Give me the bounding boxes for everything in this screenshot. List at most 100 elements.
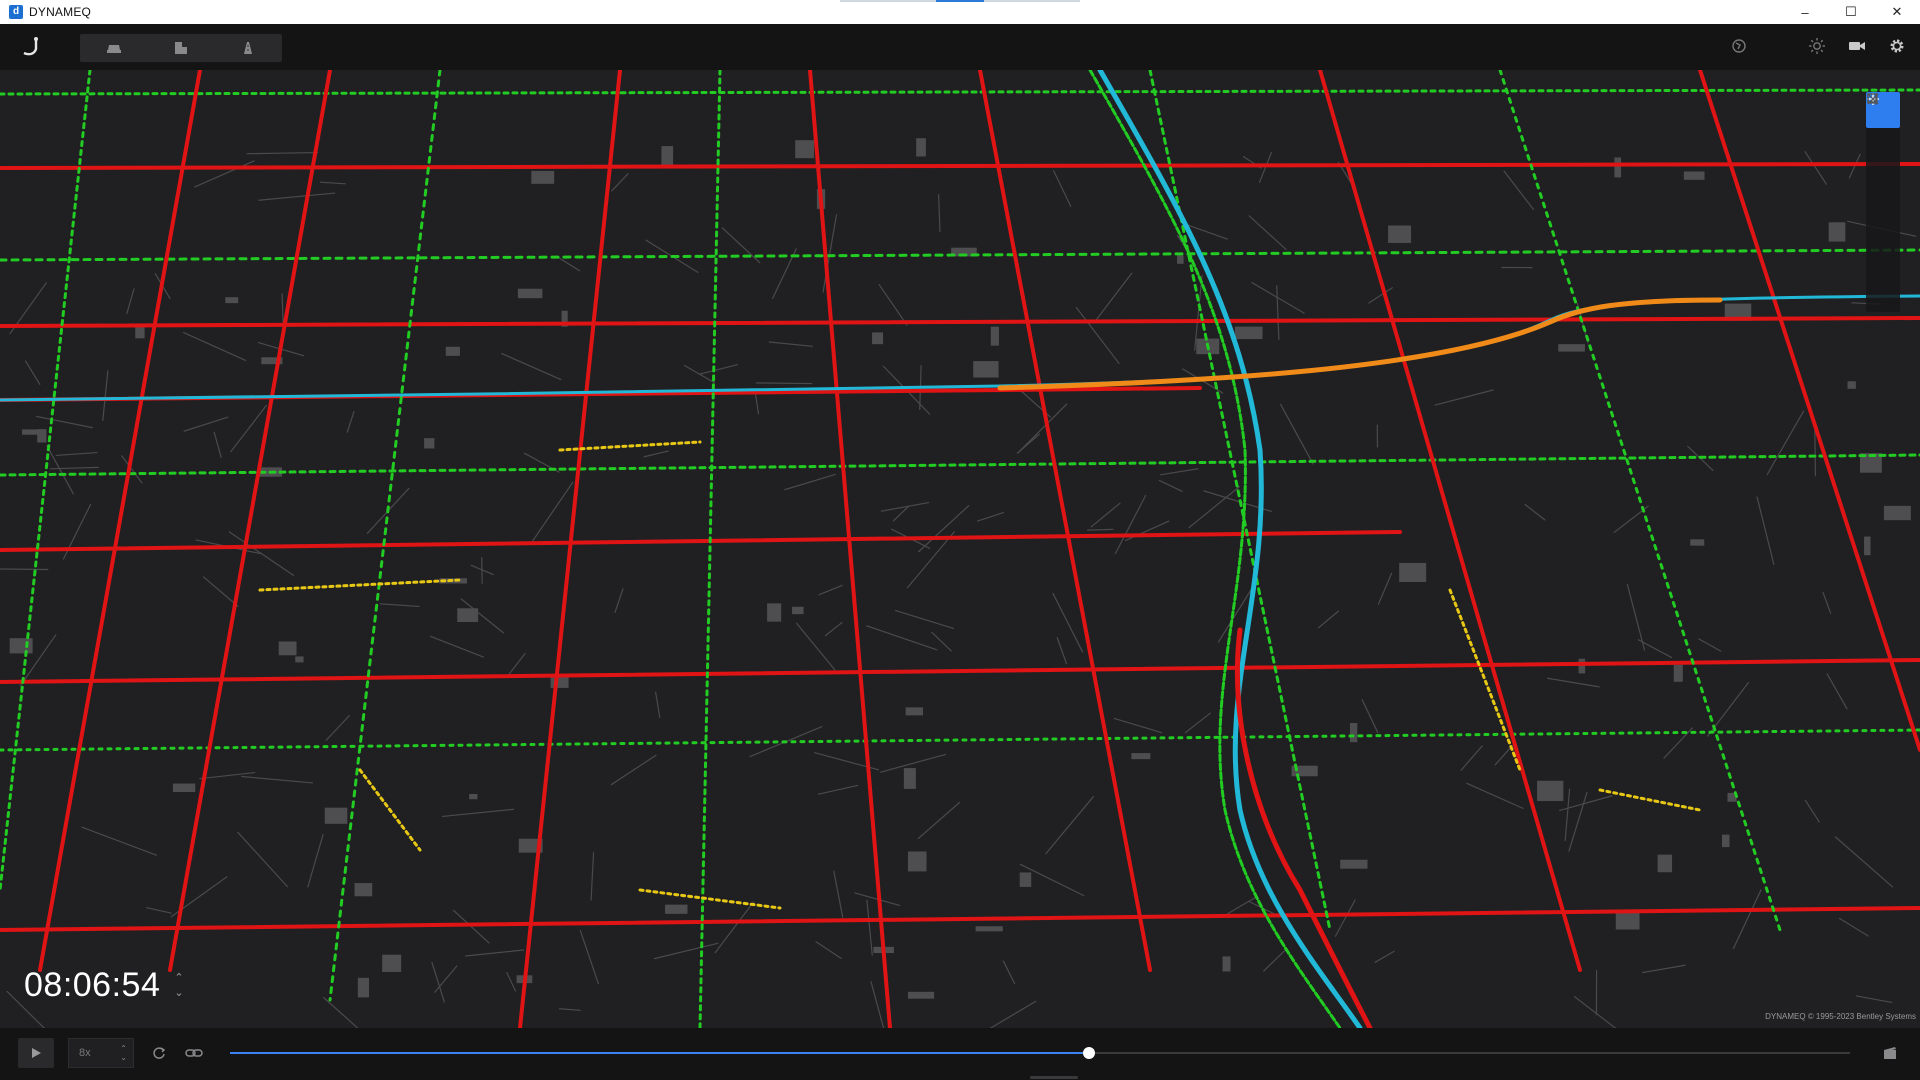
select-box-button[interactable] [1866,93,1900,164]
building-block [1657,854,1673,873]
local-street [683,364,716,384]
building-block [1234,326,1263,340]
timeline-scrubber[interactable] [230,1047,1850,1059]
freeway-southbound [1088,70,1342,1028]
local-street [754,393,760,415]
local-street [1276,285,1280,341]
building-block [1537,780,1564,802]
building-block [872,332,884,345]
local-street [1090,502,1121,528]
lighting-button[interactable] [1806,35,1828,57]
local-street [202,576,239,607]
panel-resize-handle[interactable] [1030,1076,1078,1079]
sun-icon [1809,38,1825,54]
arterial-road [1318,70,1582,972]
building-block [1615,912,1640,930]
window-title-bar: d DYNAMEQ – ☐ ✕ [0,0,1920,24]
speed-down-arrow[interactable]: ⌄ [120,1053,127,1062]
export-video-button[interactable] [1880,1044,1900,1062]
select-add-button[interactable] [1866,93,1900,200]
building-block [1131,753,1151,760]
local-street [0,568,49,571]
local-street [323,997,359,1028]
traffic-network-map [0,70,1920,1028]
fit-icon [1867,93,1879,105]
timeline-handle[interactable] [1082,1047,1095,1059]
arterial-road [168,70,332,972]
local-street [590,851,595,901]
local-street [434,965,458,993]
settings-button[interactable] [1886,35,1908,57]
loop-icon [153,1047,166,1059]
building-block [1019,872,1032,887]
building-block [1388,225,1412,243]
building-layer-button[interactable] [147,34,214,62]
local-street [1280,403,1314,465]
select-remove-button[interactable] [1866,93,1900,272]
maximize-button[interactable]: ☐ [1828,0,1874,24]
local-street [1258,151,1272,184]
local-street [1503,170,1534,210]
local-street [1052,592,1084,653]
road-layer-button[interactable] [214,34,281,62]
local-street [824,621,843,637]
local-street [1334,899,1356,937]
local-street [1053,170,1072,207]
arterial-road [0,162,1920,170]
local-street [1756,496,1775,566]
local-street [146,907,172,914]
playback-speed-value: 8x [79,1047,91,1059]
local-street [1626,583,1646,651]
draw-tool-button[interactable] [1866,93,1900,236]
fit-view-button[interactable] [1866,93,1900,308]
traffic-map-viewport[interactable]: DYNAMEQ © 1995-2023 Bentley Systems [0,70,1920,1028]
building-block [382,954,402,972]
time-decrement-arrow[interactable]: ⌄ [174,987,183,999]
local-street [194,160,255,188]
window-title: DYNAMEQ [29,5,92,19]
local-street [464,949,525,957]
local-street [1642,964,1686,974]
building-block [469,793,478,800]
play-button[interactable] [18,1038,54,1068]
local-street [1361,699,1379,733]
speed-up-arrow[interactable]: ⌃ [120,1044,127,1053]
timeline-progress [230,1052,1089,1054]
road-icon [243,42,252,54]
building-block [295,656,304,663]
loop-button[interactable] [148,1042,170,1064]
link-button[interactable] [182,1042,206,1064]
local-street [610,754,657,786]
vehicle-layer-button[interactable] [80,34,147,62]
time-increment-arrow[interactable]: ⌃ [174,972,183,984]
local-street [1524,503,1546,521]
arterial-road [978,70,1152,972]
local-street [938,194,941,233]
building-block [661,146,674,165]
building-block [973,361,999,378]
local-street [183,416,229,432]
local-street [1732,889,1762,950]
local-street [655,691,661,718]
arterial-road [0,316,1920,328]
close-button[interactable]: ✕ [1874,0,1920,24]
dynameq-logo-icon[interactable] [20,35,44,59]
local-street [1184,712,1211,734]
local-street [1224,897,1256,916]
local-street [917,801,961,840]
local-street [379,603,420,608]
arterial-road [0,530,1402,552]
local-street [815,941,842,959]
minimize-button[interactable]: – [1782,0,1828,24]
playback-speed-stepper[interactable]: 8x ⌃ ⌄ [68,1038,134,1068]
camera-button[interactable] [1846,35,1868,57]
local-street [126,288,135,315]
local-street [1814,428,1817,477]
local-street [755,382,813,385]
building-block [1558,344,1585,352]
globe-button[interactable] [1728,35,1750,57]
building-block [517,288,543,299]
local-street [24,360,41,385]
building-block [1721,834,1730,848]
local-street [989,1000,1037,1028]
